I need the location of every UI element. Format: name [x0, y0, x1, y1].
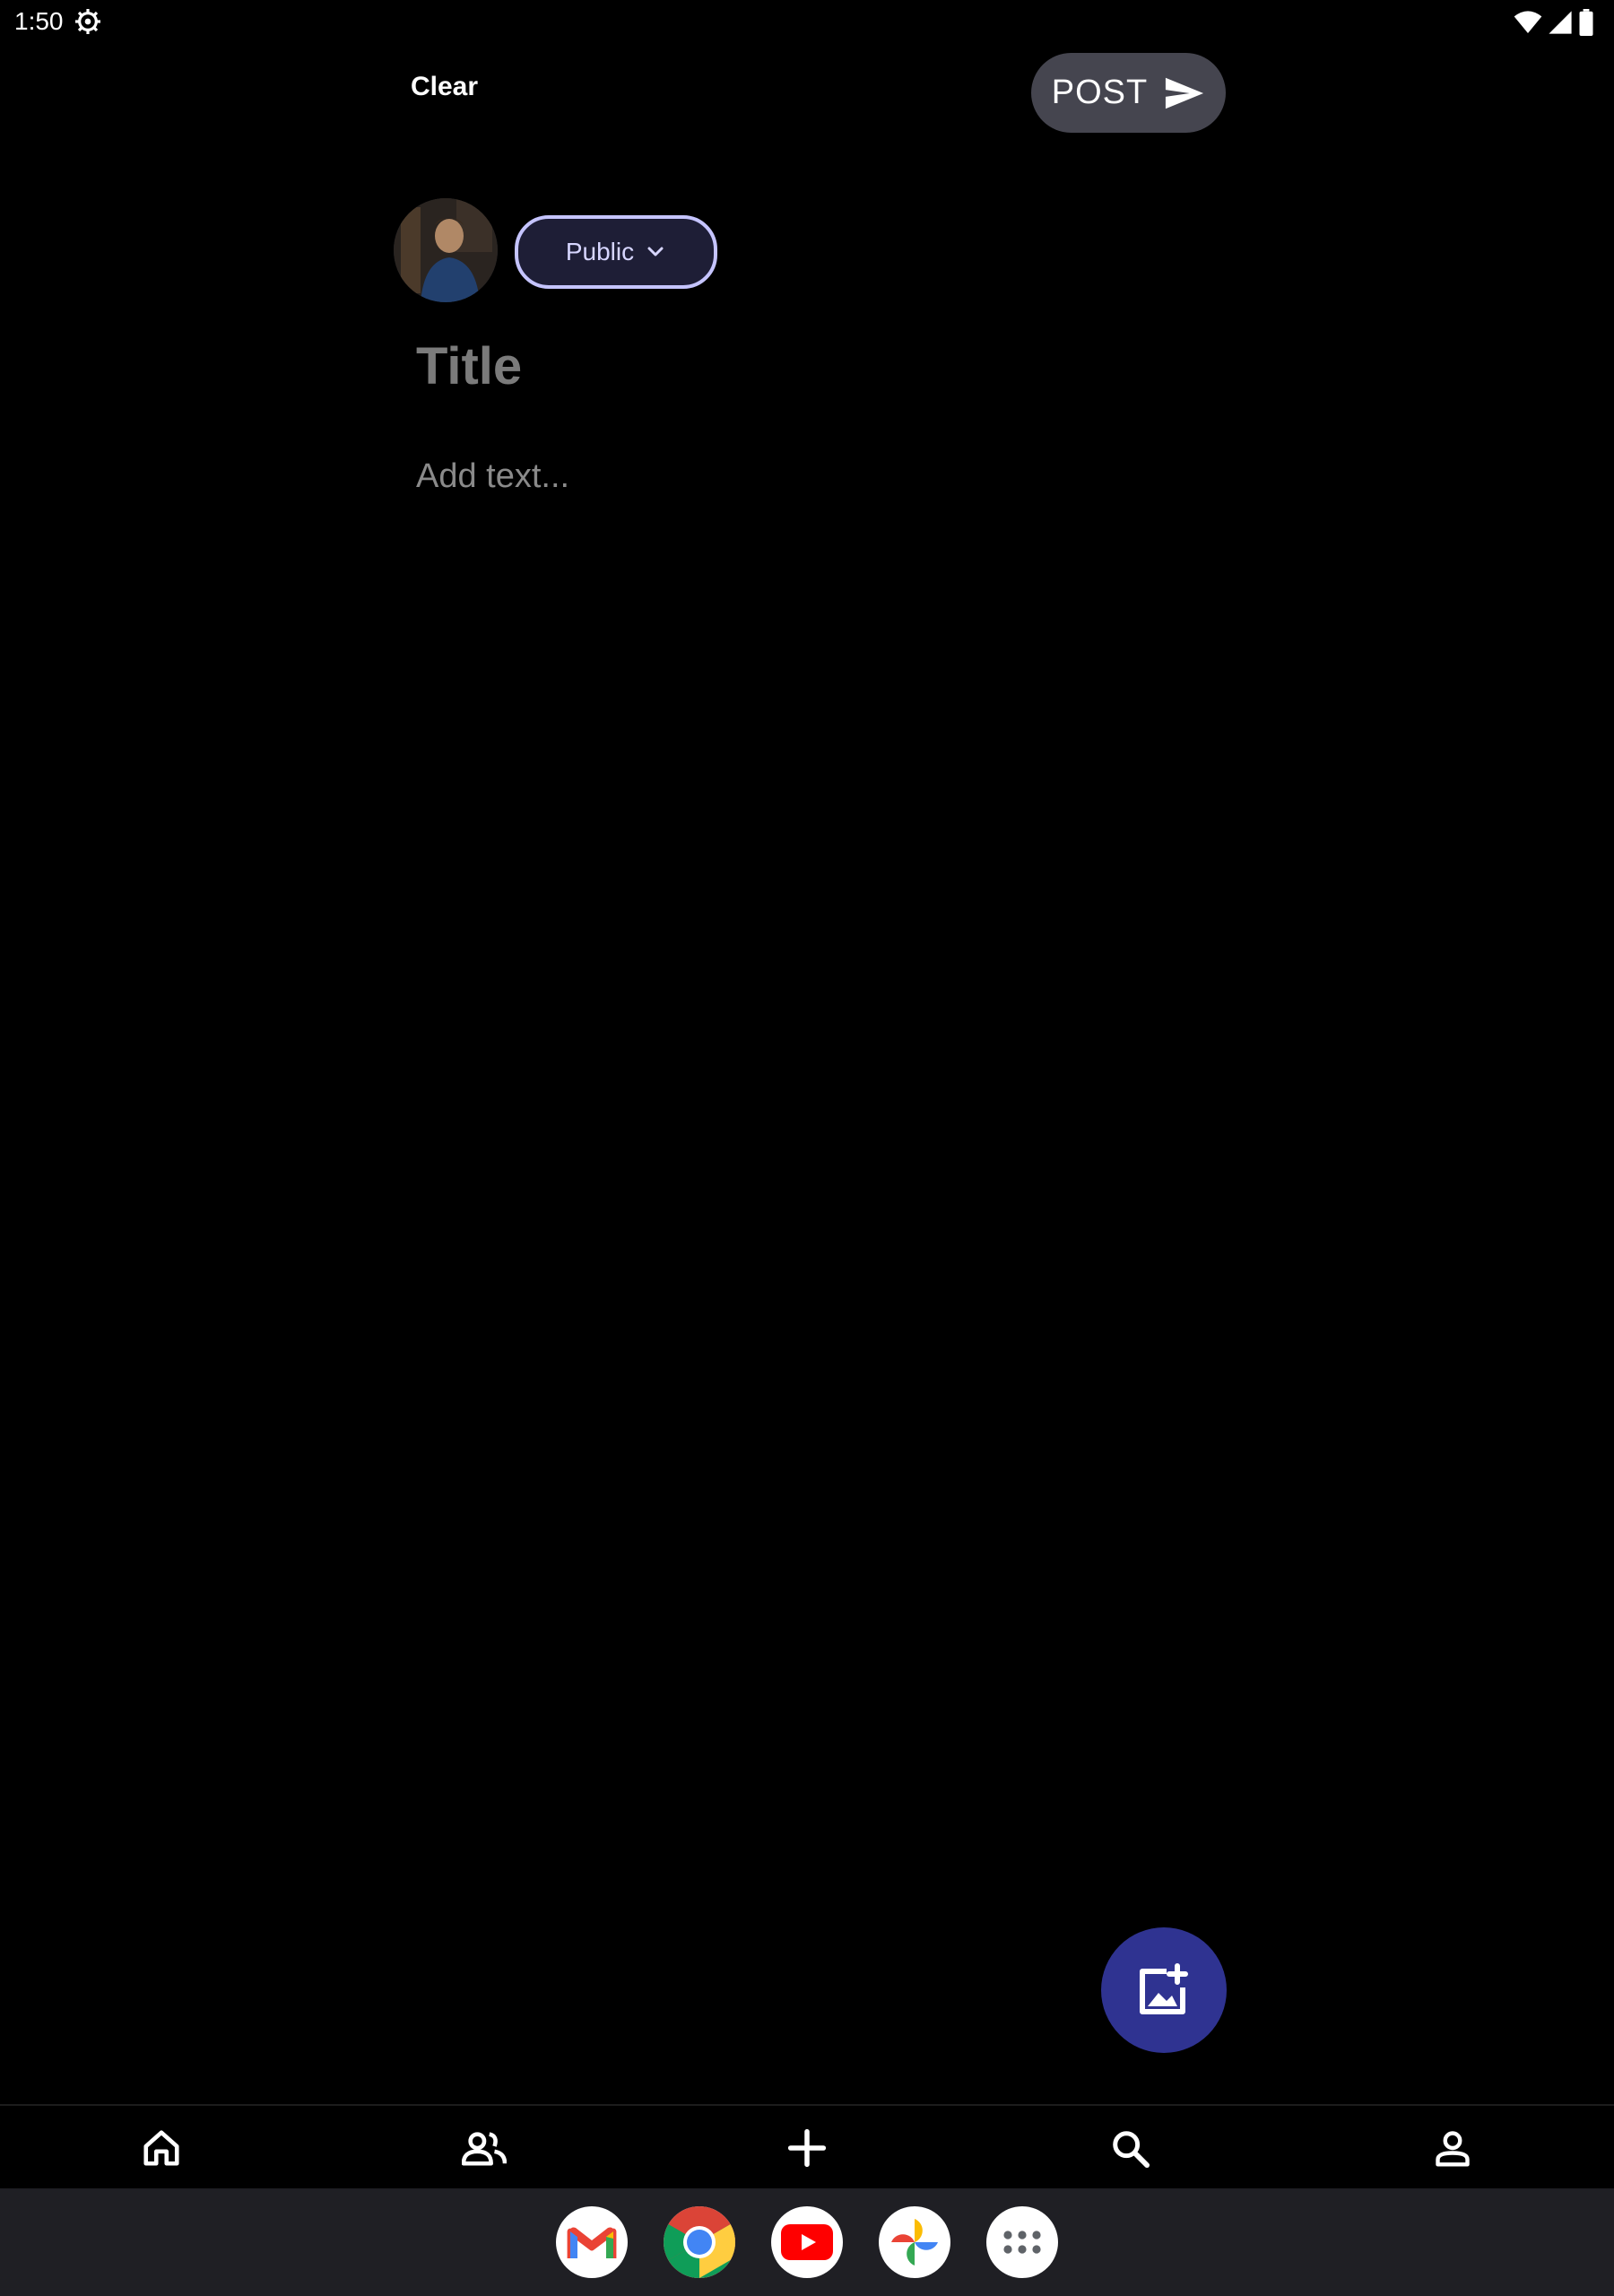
user-avatar[interactable]: [394, 198, 498, 302]
wifi-icon: [1514, 11, 1542, 34]
add-icon: [787, 2128, 827, 2168]
signal-icon: [1549, 11, 1572, 34]
home-icon: [143, 2130, 179, 2166]
status-icons: [1514, 9, 1594, 36]
search-icon: [1113, 2131, 1150, 2169]
gmail-app[interactable]: [556, 2206, 628, 2278]
photos-icon: [891, 2219, 938, 2266]
bottom-navigation: [0, 2104, 1614, 2190]
add-image-button[interactable]: [1101, 1927, 1227, 2053]
profile-icon: [1436, 2131, 1470, 2167]
people-icon: [462, 2132, 507, 2166]
clear-button[interactable]: Clear: [411, 72, 478, 102]
youtube-app[interactable]: [771, 2206, 843, 2278]
app-drawer-icon: [1003, 2231, 1041, 2254]
nav-home[interactable]: [134, 2126, 188, 2170]
chrome-app[interactable]: [664, 2206, 735, 2278]
post-button-label: POST: [1051, 74, 1149, 111]
system-dock: [0, 2188, 1614, 2296]
nav-people[interactable]: [457, 2126, 511, 2170]
nav-add[interactable]: [780, 2126, 834, 2170]
chrome-icon: [664, 2206, 735, 2278]
nav-search[interactable]: [1103, 2126, 1157, 2170]
settings-gear-icon: [75, 9, 100, 34]
gmail-icon: [567, 2227, 617, 2258]
status-bar: 1:50: [0, 0, 1614, 47]
app-drawer[interactable]: [986, 2206, 1058, 2278]
add-image-icon: [1140, 1963, 1188, 2014]
nav-profile[interactable]: [1426, 2126, 1480, 2170]
post-button[interactable]: POST: [1031, 53, 1226, 133]
audience-label: Public: [565, 238, 635, 265]
send-icon: [1166, 77, 1204, 109]
battery-icon: [1579, 9, 1593, 36]
avatar-photo: [394, 198, 498, 302]
chevron-down-icon: [647, 247, 664, 257]
audience-selector[interactable]: Public: [515, 215, 717, 289]
status-time: 1:50: [14, 7, 64, 35]
title-input[interactable]: Title: [416, 336, 1223, 399]
youtube-icon: [781, 2224, 833, 2260]
body-text-input[interactable]: Add text...: [416, 457, 1223, 511]
compose-post-screen: 1:50 Clear POST Public Title Add text...: [0, 0, 1614, 2296]
photos-app[interactable]: [879, 2206, 950, 2278]
